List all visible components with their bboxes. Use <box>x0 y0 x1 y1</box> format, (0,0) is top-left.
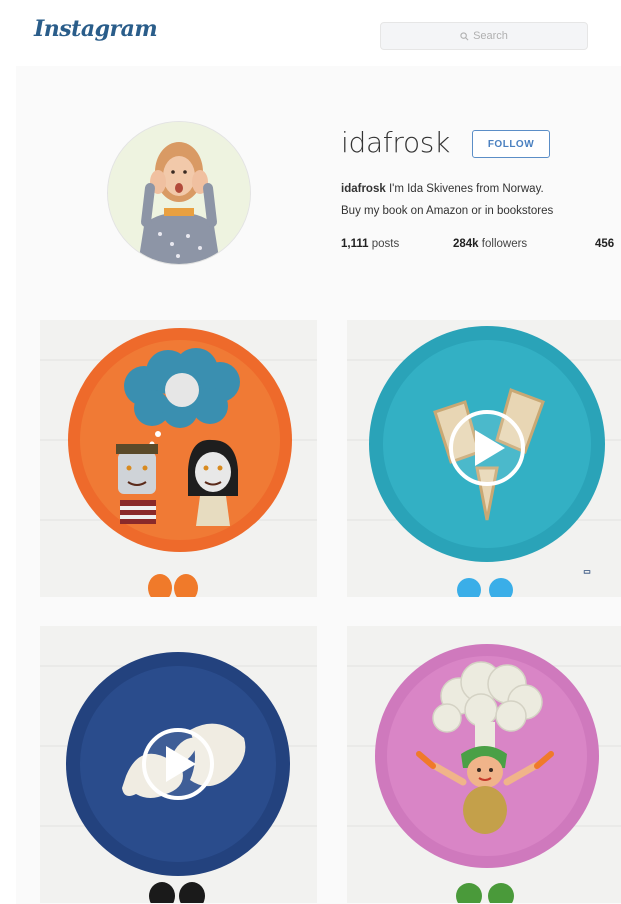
bio-line-1: idafrosk I'm Ida Skivenes from Norway. <box>341 178 621 200</box>
followers-count: 284k <box>453 238 479 250</box>
post-tile[interactable] <box>346 626 621 903</box>
search-placeholder: Search <box>473 30 508 42</box>
svg-text:▭: ▭ <box>583 567 591 576</box>
posts-stat: 1,111 posts <box>341 238 399 250</box>
orange-plate-faces-image <box>40 320 317 597</box>
followers-label: followers <box>481 238 528 250</box>
navy-plate-fish-image <box>40 626 317 903</box>
posts-label: posts <box>371 238 400 250</box>
instagram-logo[interactable]: Instagram <box>34 16 158 42</box>
bio-line-2: Buy my book on Amazon or in bookstores <box>341 205 554 217</box>
play-icon <box>142 728 214 800</box>
following-count: 456 <box>595 238 615 250</box>
follow-button[interactable]: FOLLOW <box>472 130 550 158</box>
bio-name: idafrosk <box>341 183 386 195</box>
post-tile-video[interactable] <box>40 626 317 903</box>
profile-stats: 1,111 posts 284k followers 456 <box>341 238 621 256</box>
posts-count: 1,111 <box>341 238 369 250</box>
profile-bio: idafrosk I'm Ida Skivenes from Norway. B… <box>341 178 621 222</box>
followers-stat[interactable]: 284k followers <box>453 238 527 250</box>
top-navigation-bar: Instagram Search <box>0 0 621 66</box>
play-icon <box>449 410 525 486</box>
search-input[interactable]: Search <box>380 22 588 50</box>
profile-username: idafrosk <box>341 126 450 159</box>
profile-page: idafrosk FOLLOW idafrosk I'm Ida Skivene… <box>16 66 621 904</box>
profile-avatar[interactable] <box>107 121 251 265</box>
post-tile[interactable] <box>40 320 317 597</box>
pink-plate-cauliflower-tree-image <box>347 626 621 903</box>
bio-text: I'm Ida Skivenes from Norway. <box>385 183 544 195</box>
avatar-photo <box>108 122 250 264</box>
search-icon <box>460 31 469 40</box>
following-stat[interactable]: 456 <box>595 238 614 250</box>
post-tile-video[interactable]: ▭ <box>346 320 621 597</box>
teal-plate-sandwich-image: ▭ <box>347 320 621 597</box>
